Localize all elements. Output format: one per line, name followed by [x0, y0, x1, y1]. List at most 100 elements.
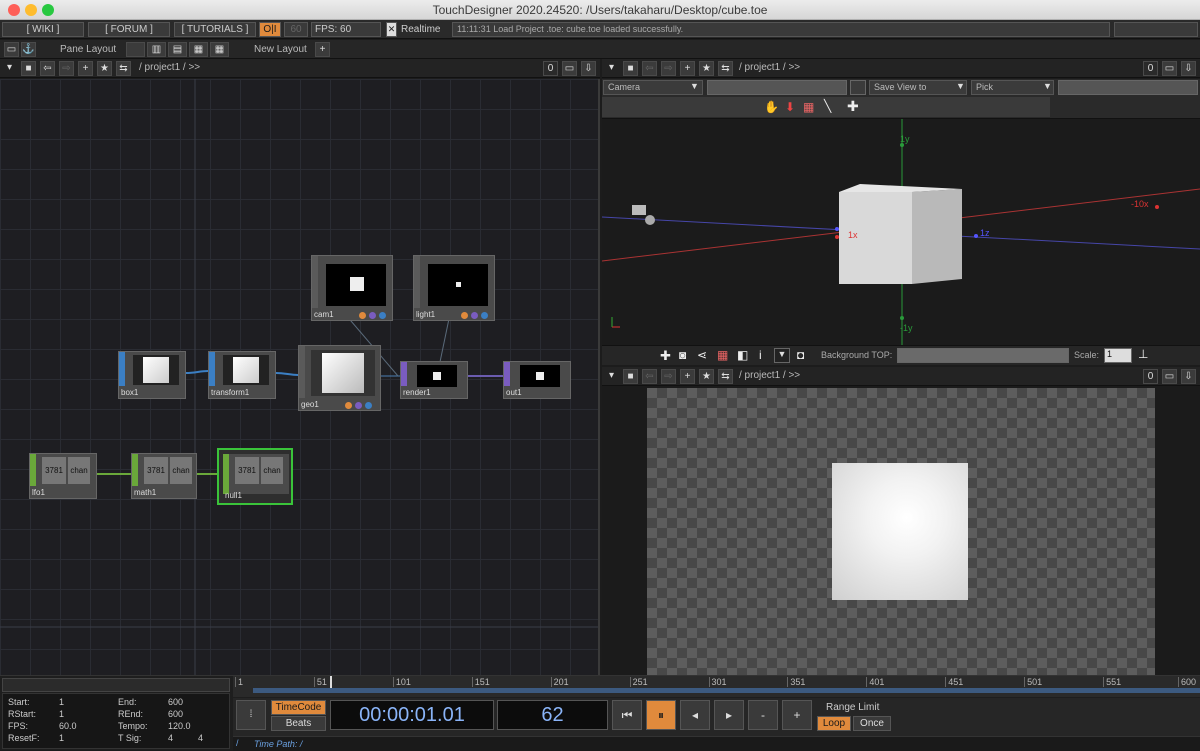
split-down-icon[interactable]: ⇩ — [1181, 369, 1196, 384]
rstart-value[interactable]: 1 — [59, 709, 64, 719]
timecode-toggle[interactable]: TimeCode — [271, 700, 326, 715]
pane-menu-chevron-icon[interactable]: ▾ — [604, 61, 619, 76]
node-math1[interactable]: 3781 chan math1 — [131, 453, 197, 499]
star-icon[interactable]: ★ — [699, 369, 714, 384]
camera-select[interactable]: Camera — [603, 80, 703, 95]
cube-icon[interactable]: ◧ — [737, 348, 748, 362]
hand-icon[interactable]: ✋ — [764, 100, 779, 114]
add-icon[interactable]: ✚ — [660, 348, 671, 364]
stop-icon[interactable]: ■ — [623, 369, 638, 384]
node-lfo1[interactable]: 3781 chan lfo1 — [29, 453, 97, 499]
texture-viewer[interactable] — [602, 386, 1200, 675]
layout-three-button[interactable]: ▦ — [189, 42, 208, 57]
star-icon[interactable]: ★ — [699, 61, 714, 76]
measure-icon[interactable]: ╲ — [824, 99, 831, 113]
tempo-value[interactable]: 120.0 — [168, 721, 191, 731]
tsig-numerator[interactable]: 4 — [168, 733, 173, 743]
background-top-field[interactable] — [897, 348, 1069, 363]
pane-menu-chevron-icon[interactable]: ▾ — [604, 369, 619, 384]
pane-menu-chevron-icon[interactable]: ▾ — [2, 61, 17, 76]
forward-arrow-icon[interactable]: ⇨ — [59, 61, 74, 76]
once-toggle[interactable]: Once — [853, 716, 891, 731]
layout-single-button[interactable] — [126, 42, 145, 57]
node-light1[interactable]: light1 — [413, 255, 495, 321]
wiki-button[interactable]: [ WIKI ] — [2, 22, 84, 37]
crosshair-icon[interactable]: ✚ — [847, 98, 859, 115]
resetf-value[interactable]: 1 — [59, 733, 64, 743]
search-field[interactable] — [1114, 22, 1198, 37]
node-out1[interactable]: out1 — [503, 361, 571, 399]
node-null1-selected[interactable]: 3781 chan null1 — [217, 448, 293, 505]
maximize-icon[interactable]: ▭ — [562, 61, 577, 76]
back-arrow-icon[interactable]: ⇦ — [642, 61, 657, 76]
connect-icon[interactable]: ⋖ — [697, 348, 707, 362]
save-view-select[interactable]: Save View to — [869, 80, 967, 95]
fps-value[interactable]: 60.0 — [59, 721, 77, 731]
playhead[interactable] — [329, 676, 332, 688]
node-geo1[interactable]: geo1 — [298, 345, 381, 411]
timeline-ruler[interactable]: 1 51 101 151 201 251 301 351 401 451 501 551 600 — [233, 676, 1200, 697]
perform-mode-button[interactable]: O|I — [259, 22, 281, 37]
rewind-icon[interactable]: ⏮ — [612, 700, 642, 730]
back-arrow-icon[interactable]: ⇦ — [40, 61, 55, 76]
shortcut-icon[interactable]: ⇆ — [116, 61, 131, 76]
scale-field[interactable]: 1 — [1104, 348, 1132, 363]
tsig-denominator[interactable]: 4 — [198, 733, 203, 743]
timecode-display[interactable]: 00:00:01.01 — [330, 700, 494, 730]
scale-slider-icon[interactable]: ⊥ — [1138, 347, 1148, 361]
beats-toggle[interactable]: Beats — [271, 716, 326, 731]
node-transform1[interactable]: transform1 — [208, 351, 276, 399]
shortcut-icon[interactable]: ⇆ — [718, 369, 733, 384]
image-icon[interactable]: ▭ — [4, 42, 19, 57]
swatch-button[interactable] — [850, 80, 866, 95]
maximize-icon[interactable]: ▭ — [1162, 369, 1177, 384]
grid-icon[interactable]: ▦ — [803, 100, 814, 114]
stop-icon[interactable]: ■ — [21, 61, 36, 76]
start-value[interactable]: 1 — [59, 697, 64, 707]
realtime-checkbox[interactable]: ✕ — [386, 22, 397, 37]
network-editor[interactable]: cam1 light1 box1 transform1 geo1 render1… — [0, 79, 600, 675]
node-render1[interactable]: render1 — [400, 361, 468, 399]
viewer-path-breadcrumb[interactable]: / project1 / >> — [739, 62, 800, 73]
layout-split-h-button[interactable]: ▤ — [168, 42, 187, 57]
shortcut-icon[interactable]: ⇆ — [718, 61, 733, 76]
stop-icon[interactable]: ■ — [623, 61, 638, 76]
texture-path-breadcrumb[interactable]: / project1 / >> — [739, 370, 800, 381]
forward-arrow-icon[interactable]: ⇨ — [661, 61, 676, 76]
info-icon[interactable]: i — [759, 348, 762, 362]
home-plus-icon[interactable]: + — [680, 369, 695, 384]
split-down-icon[interactable]: ⇩ — [1181, 61, 1196, 76]
split-down-icon[interactable]: ⇩ — [581, 61, 596, 76]
loop-toggle[interactable]: Loop — [817, 716, 851, 731]
maximize-icon[interactable]: ▭ — [1162, 61, 1177, 76]
node-box1[interactable]: box1 — [118, 351, 186, 399]
pick-field[interactable] — [1058, 80, 1198, 95]
forum-button[interactable]: [ FORUM ] — [88, 22, 170, 37]
slower-icon[interactable]: - — [748, 700, 778, 730]
snap-icon[interactable]: ◙ — [679, 348, 686, 362]
anchor-icon[interactable]: ⚓ — [21, 42, 36, 57]
camera-name-field[interactable] — [707, 80, 847, 95]
layout-four-button[interactable]: ▦ — [210, 42, 229, 57]
time-path-edit-icon[interactable]: / — [236, 738, 239, 748]
frame-display[interactable]: 62 — [497, 700, 608, 730]
pick-select[interactable]: Pick — [971, 80, 1054, 95]
pause-icon[interactable]: ⏸ — [646, 700, 676, 730]
home-plus-icon[interactable]: + — [78, 61, 93, 76]
select-icon[interactable]: ⬇ — [785, 100, 795, 114]
layout-split-v-button[interactable]: ▥ — [147, 42, 166, 57]
grid-icon[interactable]: ▦ — [717, 348, 728, 362]
home-plus-icon[interactable]: + — [680, 61, 695, 76]
add-layout-button[interactable]: + — [315, 42, 330, 57]
step-back-icon[interactable]: ◂ — [680, 700, 710, 730]
star-icon[interactable]: ★ — [97, 61, 112, 76]
forward-arrow-icon[interactable]: ⇨ — [661, 369, 676, 384]
back-arrow-icon[interactable]: ⇦ — [642, 369, 657, 384]
camera-icon[interactable]: ◘ — [797, 348, 804, 362]
fps-target-field[interactable]: 60 — [284, 22, 308, 37]
tutorials-button[interactable]: [ TUTORIALS ] — [174, 22, 256, 37]
rend-value[interactable]: 600 — [168, 709, 183, 719]
network-path-breadcrumb[interactable]: / project1 / >> — [139, 62, 200, 73]
end-value[interactable]: 600 — [168, 697, 183, 707]
step-forward-icon[interactable]: ▸ — [714, 700, 744, 730]
